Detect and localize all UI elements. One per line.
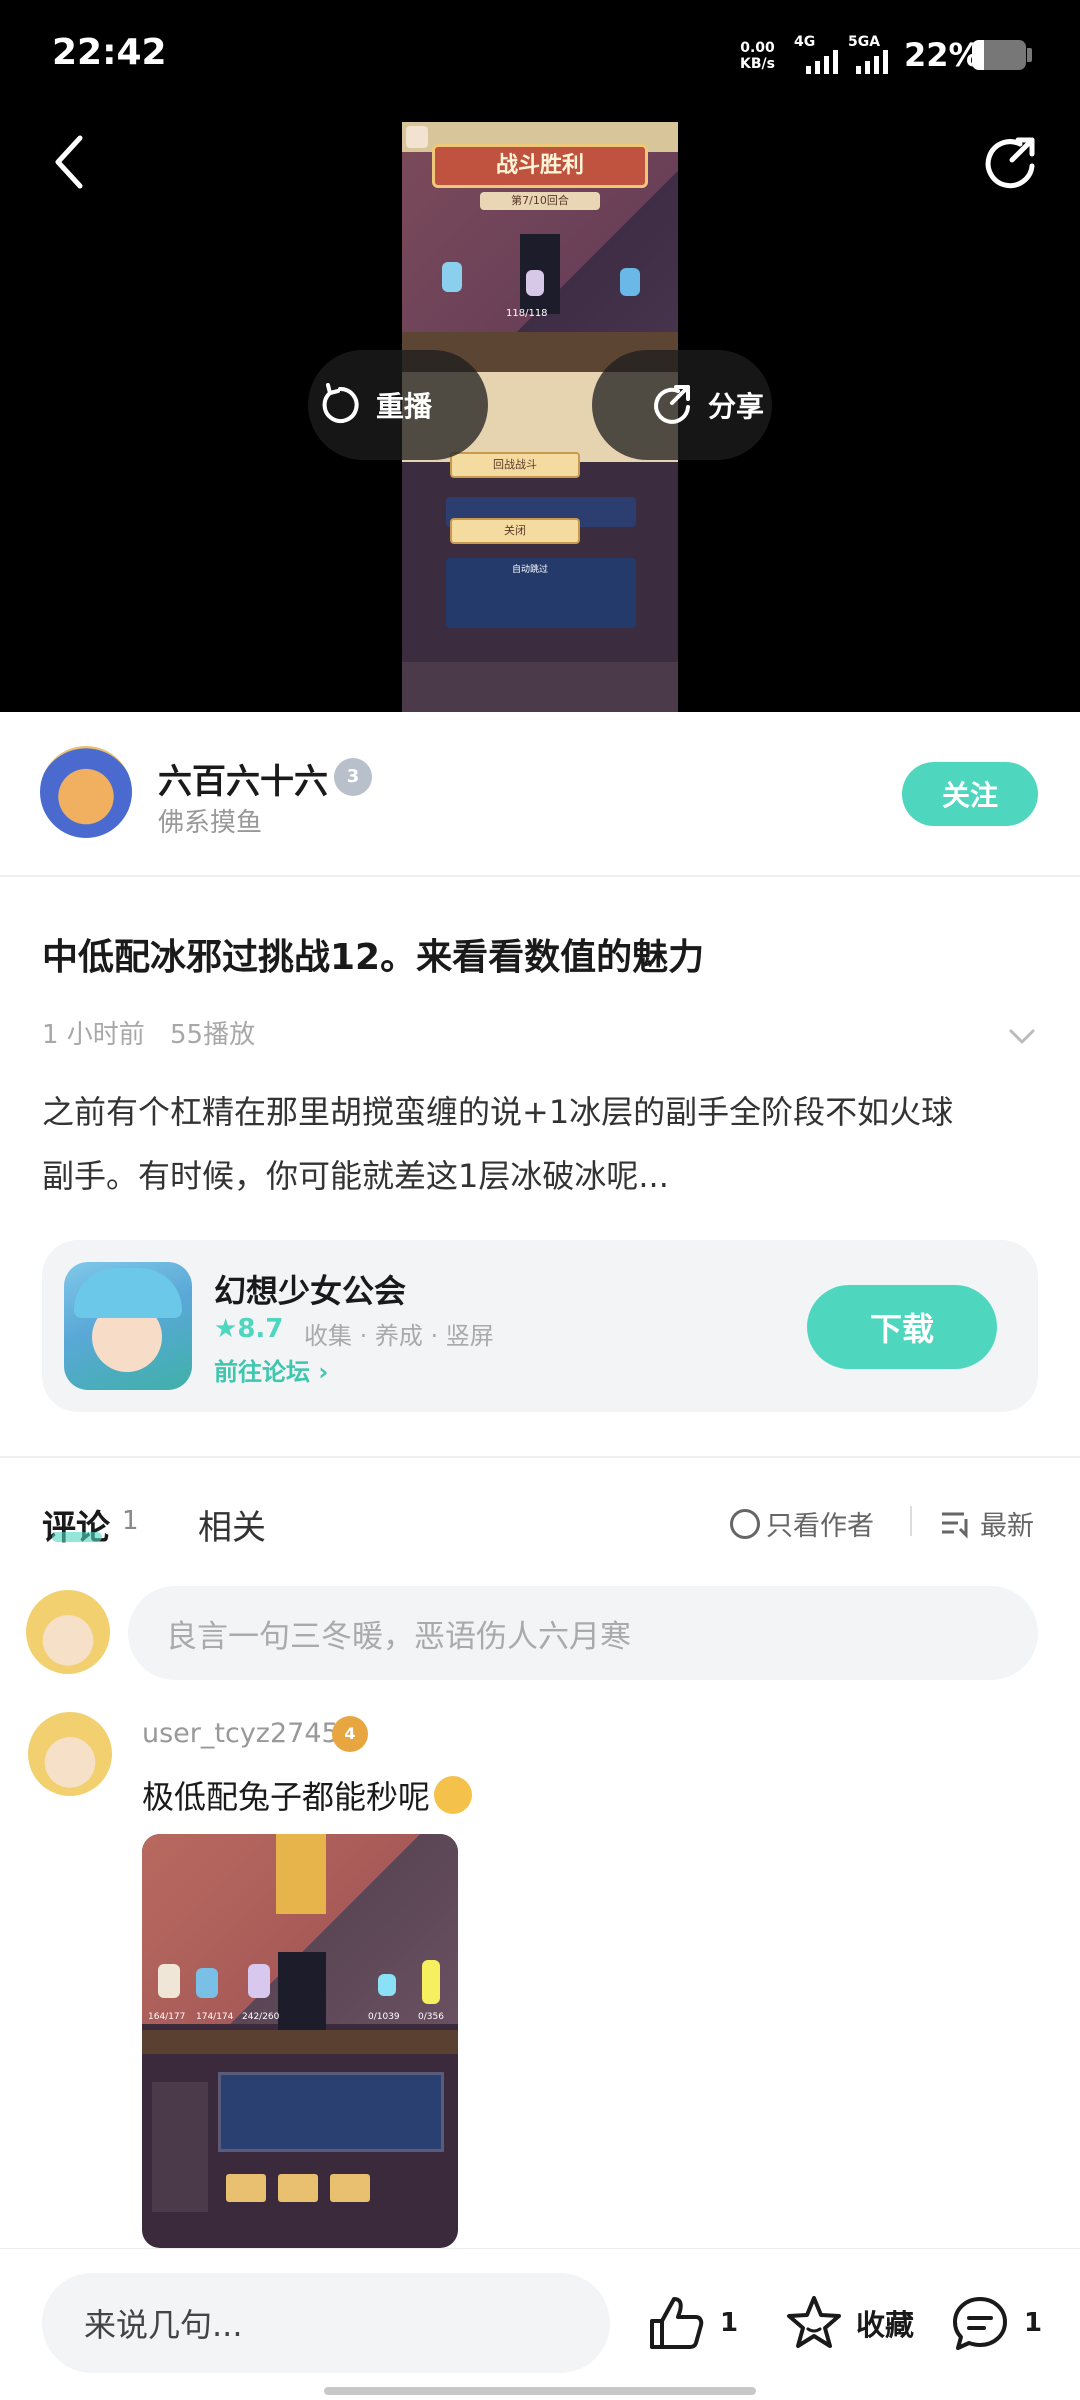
post-title: 中低配冰邪过挑战12。来看看数值的魅力: [42, 937, 705, 978]
game-victory-banner: 战斗胜利: [432, 144, 648, 188]
img-hp-4: 0/1039: [368, 2012, 400, 2022]
like-button[interactable]: 1: [646, 2293, 738, 2353]
share-video-button[interactable]: 分享: [592, 350, 772, 460]
replay-icon: [322, 383, 359, 423]
commenter-username[interactable]: user_tcyz2745: [142, 1718, 339, 1749]
app-tags: 收集 · 养成 · 竖屏: [304, 1322, 494, 1350]
radio-icon: [730, 1508, 760, 1539]
emoji-icon: [434, 1776, 473, 1814]
follow-button[interactable]: 关注: [902, 762, 1038, 826]
author-subtitle: 佛系摸鱼: [158, 808, 263, 838]
tab-related[interactable]: 相关: [198, 1500, 266, 1549]
img-hp-5: 0/356: [418, 2012, 444, 2022]
battery-percent: 22%: [904, 36, 981, 74]
post-body: 之前有个杠精在那里胡搅蛮缠的说+1冰层的副手全阶段不如火球 副手。有时候，你可能…: [42, 1093, 954, 1195]
back-icon[interactable]: [52, 134, 88, 190]
commenter-avatar[interactable]: [28, 1712, 112, 1796]
my-avatar: [26, 1590, 110, 1674]
comment-image[interactable]: 164/177 174/174 242/260 0/1039 0/356: [142, 1834, 458, 2248]
comments-count: 1: [122, 1506, 139, 1536]
game-round-label: 第7/10回合: [480, 192, 600, 210]
app-card[interactable]: 幻想少女公会 ★8.7 收集 · 养成 · 竖屏 前往论坛 › 下载: [42, 1240, 1038, 1412]
author-level-badge: 3: [334, 758, 372, 796]
game-return-button: 回战战斗: [450, 452, 580, 478]
star-icon: [787, 2296, 841, 2348]
replay-button[interactable]: 重播: [308, 350, 488, 460]
share-top-icon[interactable]: [982, 134, 1040, 192]
game-hp-label: 118/118: [506, 308, 548, 319]
img-hp-2: 174/174: [196, 2012, 234, 2022]
bottom-action-bar: 来说几句... 1 收藏 1: [0, 2248, 1080, 2400]
tab-indicator: [52, 1532, 102, 1542]
post-time: 1 小时前: [42, 1020, 145, 1050]
author-row: 六百六十六 3 佛系摸鱼 关注: [0, 712, 1080, 877]
img-hp-1: 164/177: [148, 2012, 186, 2022]
reply-input[interactable]: 来说几句...: [42, 2273, 610, 2373]
home-indicator[interactable]: [324, 2387, 756, 2395]
status-bar: 22:42 0.00 KB/s 4G 5GA 22%: [0, 0, 1080, 110]
share-icon: [654, 385, 690, 424]
post-plays: 55播放: [170, 1020, 256, 1050]
author-only-toggle[interactable]: 只看作者: [730, 1504, 874, 1543]
battery-icon: [972, 40, 1026, 70]
sort-latest-button[interactable]: 最新: [940, 1504, 1034, 1543]
status-time: 22:42: [52, 32, 167, 73]
app-icon: [64, 1262, 192, 1390]
signal-bars-icon-2: [856, 50, 888, 74]
signal-bars-icon: [806, 50, 838, 74]
comment-text: 极低配兔子都能秒呢: [142, 1772, 473, 1818]
game-auto-skip: 自动跳过: [512, 565, 549, 575]
comment-input[interactable]: 良言一句三冬暖，恶语伤人六月寒: [128, 1586, 1038, 1680]
author-name[interactable]: 六百六十六: [158, 754, 328, 803]
favorite-button[interactable]: 收藏: [784, 2293, 914, 2353]
download-button[interactable]: 下载: [807, 1285, 997, 1369]
network-speed: 0.00 KB/s: [740, 40, 775, 72]
commenter-level-badge: 4: [332, 1716, 368, 1752]
signal-5ga-label: 5GA: [848, 34, 881, 50]
thumbs-up-icon: [650, 2297, 704, 2349]
favorite-label: 收藏: [856, 2308, 915, 2342]
game-close-button: 关闭: [450, 518, 580, 544]
comment-button[interactable]: 1: [950, 2293, 1042, 2353]
like-count: 1: [720, 2308, 739, 2338]
expand-chevron-icon[interactable]: [1008, 1028, 1036, 1046]
forum-link[interactable]: 前往论坛 ›: [214, 1352, 328, 1387]
app-rating: ★8.7: [214, 1314, 284, 1344]
sort-icon: [942, 1512, 968, 1539]
signal-4g-label: 4G: [794, 34, 816, 50]
comment-count: 1: [1024, 2308, 1043, 2338]
video-player[interactable]: 战斗胜利 第7/10回合 118/118 回战战斗 关闭 自动跳过 重播 分享: [0, 110, 1080, 712]
app-name: 幻想少女公会: [214, 1272, 407, 1310]
share-label: 分享: [708, 390, 765, 423]
author-avatar[interactable]: [40, 746, 132, 838]
comment-bubble-icon: [953, 2297, 1007, 2350]
replay-label: 重播: [376, 390, 433, 423]
img-hp-3: 242/260: [242, 2012, 280, 2022]
